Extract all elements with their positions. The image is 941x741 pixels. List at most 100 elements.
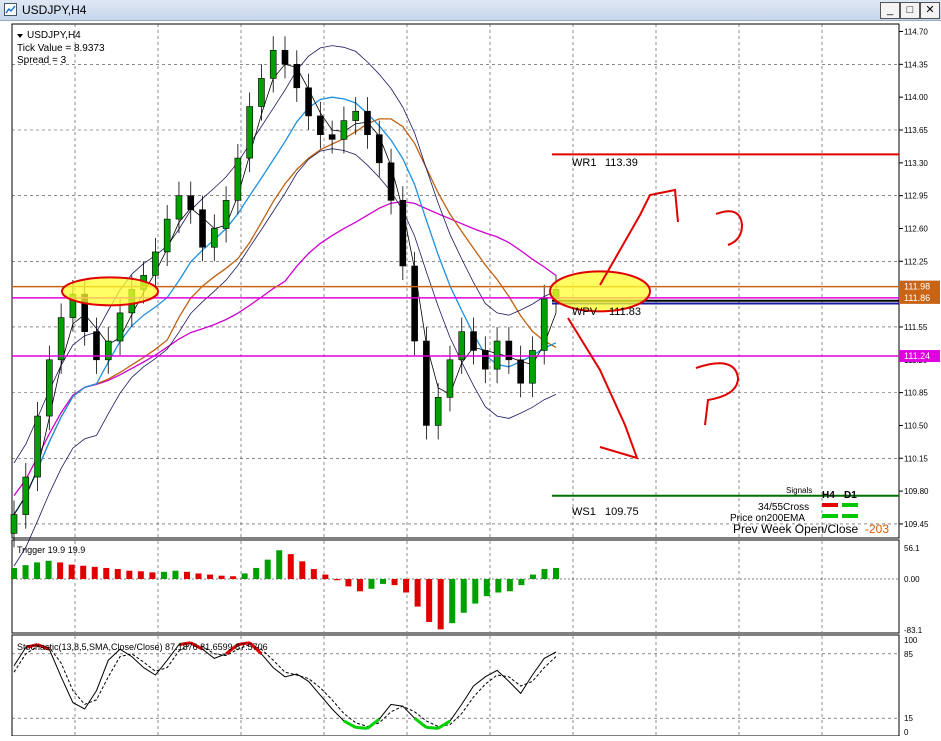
candle-body xyxy=(387,162,395,201)
price-tick-label: 109.80 xyxy=(904,487,929,496)
signals-d1: D1 xyxy=(844,490,857,501)
trigger-tick-label: -83.1 xyxy=(904,626,923,635)
trigger-bar xyxy=(553,567,559,579)
signal-cross-d1-dash xyxy=(842,503,858,507)
wr1-value: 113.39 xyxy=(605,157,638,169)
price-tick-label: 114.70 xyxy=(904,28,928,37)
price-tick-label: 114.00 xyxy=(904,93,928,102)
candle-body xyxy=(517,359,524,384)
trigger-bar xyxy=(160,571,167,579)
price-tick-label: 109.45 xyxy=(904,520,929,529)
trigger-bar xyxy=(45,560,52,579)
trigger-bar xyxy=(207,574,214,579)
trigger-panel[interactable] xyxy=(11,539,900,634)
trigger-bar xyxy=(310,569,317,579)
price-tick-label: 114.35 xyxy=(904,60,928,69)
price-tick-label: 110.85 xyxy=(904,389,928,398)
signal-34-55-cross: 34/55Cross xyxy=(758,502,809,513)
candle-body xyxy=(411,265,418,342)
price-tick-label: 113.30 xyxy=(904,159,928,168)
trigger-bar xyxy=(541,569,548,579)
trigger-bar xyxy=(472,579,479,604)
trigger-bar xyxy=(368,579,375,589)
trigger-bar xyxy=(11,567,17,579)
trigger-bar xyxy=(149,572,156,579)
trigger-bar xyxy=(506,579,513,592)
trigger-bar xyxy=(172,570,179,579)
info-symbol: USDJPY,H4 xyxy=(27,30,81,41)
stoch-tick-label: 85 xyxy=(904,650,913,659)
candle-body xyxy=(57,317,65,361)
candle-body xyxy=(446,359,454,398)
stoch-tick-label: 15 xyxy=(904,714,913,723)
trigger-bar xyxy=(183,571,190,579)
candle-body xyxy=(482,350,489,370)
trigger-bar xyxy=(103,567,110,579)
trigger-bar xyxy=(414,579,421,607)
price-tick-label: 112.60 xyxy=(904,224,928,233)
price-badge-label: 111.24 xyxy=(904,351,930,361)
candle-body xyxy=(187,195,195,211)
trigger-title: Trigger 19.9 19.9 xyxy=(17,545,85,555)
trigger-bar xyxy=(460,579,467,613)
trigger-bar xyxy=(195,573,202,579)
trigger-bar xyxy=(426,579,433,622)
ws1-label: WS1 xyxy=(572,506,596,518)
trigger-bar xyxy=(137,571,144,579)
candle-body xyxy=(540,298,548,351)
close-button[interactable]: ✕ xyxy=(920,2,940,19)
price-tick-label: 110.50 xyxy=(904,421,928,430)
candle-body xyxy=(340,120,348,140)
maximize-button[interactable]: □ xyxy=(900,2,920,19)
candle-body xyxy=(34,415,41,478)
candle-body xyxy=(434,397,442,426)
wr1-label: WR1 xyxy=(572,157,596,169)
candle-body xyxy=(116,312,124,342)
minimize-button[interactable]: _ xyxy=(880,2,900,19)
candle-body xyxy=(317,115,324,135)
trigger-bar xyxy=(80,565,87,579)
price-tick-label: 110.15 xyxy=(904,454,928,463)
candle-body xyxy=(493,340,501,370)
stoch-oversold-segment xyxy=(355,725,368,730)
stoch-oversold-segment xyxy=(426,725,439,730)
signal-ema-d1-dash xyxy=(842,514,858,518)
chart-area[interactable]: 56.1 0.00 -83.1 100 85 15 0 114.70 114.35 114.0… xyxy=(0,20,941,737)
trigger-bar xyxy=(22,565,29,579)
highlight-oval-left xyxy=(61,276,159,307)
trigger-bar xyxy=(391,579,398,586)
trigger-bar xyxy=(403,579,410,593)
wpv-value: 111.83 xyxy=(609,306,641,318)
candle-body xyxy=(352,110,359,121)
trigger-bar xyxy=(276,550,283,579)
price-badge-label: 111.98 xyxy=(904,282,930,292)
stoch-title: Stochastic(13,8,5,SMA,Close/Close) 87.18… xyxy=(17,642,268,652)
info-tick-value: Tick Value = 8.9373 xyxy=(17,43,105,54)
candle-body xyxy=(281,49,289,65)
trigger-bar xyxy=(230,576,237,579)
trigger-bar xyxy=(449,579,456,624)
trigger-bar xyxy=(126,570,133,579)
trigger-bar xyxy=(34,562,41,579)
candle-body xyxy=(246,106,253,159)
trigger-bar xyxy=(253,567,260,579)
signal-cross-h4-dash xyxy=(822,503,838,507)
candle-body xyxy=(163,218,171,253)
chart-svg[interactable]: 56.1 0.00 -83.1 100 85 15 0 114.70 114.35 114.0… xyxy=(0,20,941,737)
candle-body xyxy=(222,200,230,229)
price-axis: 114.70 114.35 114.00 113.65 113.30 112.95 112.… xyxy=(899,28,940,529)
trigger-tick-label: 0.00 xyxy=(904,575,920,584)
candle-body xyxy=(505,340,513,361)
trigger-bar xyxy=(356,579,363,592)
trigger-bar xyxy=(345,579,352,587)
trigger-bar xyxy=(241,573,248,579)
trigger-bar xyxy=(299,561,306,579)
candle-body xyxy=(22,476,30,515)
candle-body xyxy=(305,87,312,117)
price-tick-label: 113.65 xyxy=(904,126,928,135)
candle-body xyxy=(152,251,159,276)
trigger-bar xyxy=(68,564,75,579)
trigger-bar xyxy=(91,566,98,579)
candle-body xyxy=(211,228,218,248)
chart-window-icon xyxy=(4,3,17,16)
